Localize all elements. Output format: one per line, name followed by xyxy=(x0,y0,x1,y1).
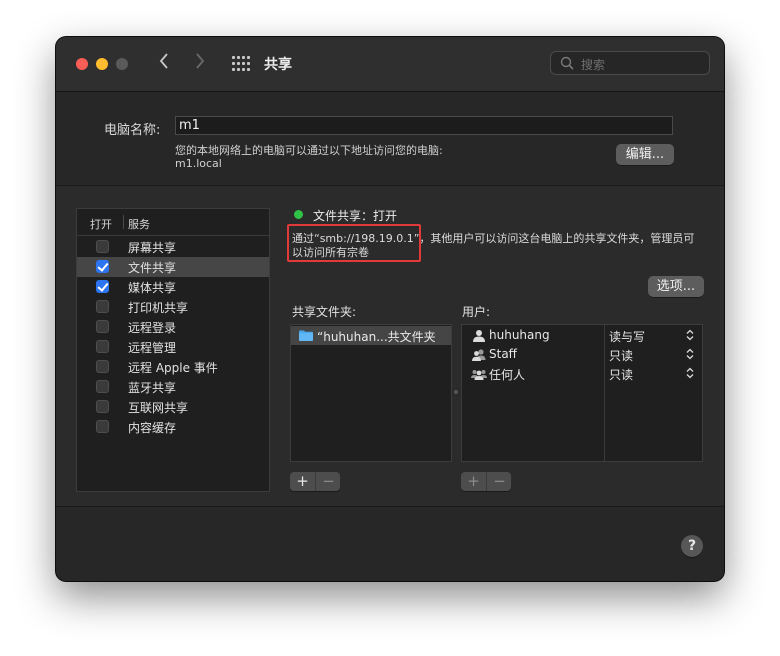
service-row[interactable]: 文件共享 xyxy=(77,257,269,277)
computer-address-hint: 您的本地网络上的电脑可以通过以下地址访问您的电脑: xyxy=(175,144,443,157)
shared-folder-name: “huhuhan...共文件夹 xyxy=(317,330,436,344)
service-checkbox[interactable] xyxy=(96,340,109,353)
sharing-panel: 打开 服务 屏幕共享文件共享媒体共享打印机共享远程登录远程管理远程 Apple … xyxy=(56,185,724,507)
service-row[interactable]: 远程管理 xyxy=(77,337,269,357)
column-header-service[interactable]: 服务 xyxy=(128,216,150,232)
help-button[interactable]: ? xyxy=(681,535,703,557)
remove-shared-folder-button[interactable]: − xyxy=(315,472,341,491)
folder-icon xyxy=(299,330,313,341)
user-name: 任何人 xyxy=(489,368,526,382)
updown-chevron-icon[interactable] xyxy=(686,348,694,360)
column-header-on[interactable]: 打开 xyxy=(90,216,112,232)
service-checkbox[interactable] xyxy=(96,300,109,313)
file-sharing-status: 文件共享：打开 xyxy=(313,209,398,223)
computer-local-address: m1.local xyxy=(175,157,222,170)
minimize-window-button[interactable] xyxy=(96,58,108,70)
service-row[interactable]: 内容缓存 xyxy=(77,417,269,437)
chevron-right-icon xyxy=(196,53,205,69)
computer-name-label: 电脑名称: xyxy=(104,123,161,138)
service-label: 远程登录 xyxy=(128,321,177,335)
chevron-left-icon xyxy=(159,53,168,69)
service-row[interactable]: 媒体共享 xyxy=(77,277,269,297)
service-checkbox[interactable] xyxy=(96,360,109,373)
service-checkbox[interactable] xyxy=(96,240,109,253)
close-window-button[interactable] xyxy=(76,58,88,70)
show-all-grid-icon[interactable] xyxy=(232,56,250,72)
service-checkbox[interactable] xyxy=(96,280,109,293)
shared-folders-add-remove: + − xyxy=(290,472,340,491)
user-row[interactable]: 任何人 只读 xyxy=(462,364,702,383)
status-indicator-dot xyxy=(294,210,303,219)
search-input[interactable] xyxy=(550,51,710,75)
permission-popup[interactable]: 只读 xyxy=(609,366,633,383)
add-user-button[interactable]: + xyxy=(461,472,486,491)
service-label: 内容缓存 xyxy=(128,421,177,435)
shared-folders-list: “huhuhan...共文件夹 xyxy=(290,324,452,462)
service-label: 蓝牙共享 xyxy=(128,381,177,395)
zoom-window-button[interactable] xyxy=(116,58,128,70)
everyone-icon xyxy=(471,370,487,380)
service-label: 媒体共享 xyxy=(128,281,177,295)
services-list-header: 打开 服务 xyxy=(77,209,269,236)
shared-folder-row[interactable]: “huhuhan...共文件夹 xyxy=(291,326,451,345)
service-checkbox[interactable] xyxy=(96,420,109,433)
updown-chevron-icon[interactable] xyxy=(686,367,694,379)
service-label: 文件共享 xyxy=(128,261,177,275)
service-checkbox[interactable] xyxy=(96,320,109,333)
service-checkbox[interactable] xyxy=(96,260,109,273)
service-row[interactable]: 远程登录 xyxy=(77,317,269,337)
service-label: 互联网共享 xyxy=(128,401,189,415)
shared-folders-label: 共享文件夹: xyxy=(292,305,357,319)
services-list: 打开 服务 屏幕共享文件共享媒体共享打印机共享远程登录远程管理远程 Apple … xyxy=(76,208,270,492)
user-name: huhuhang xyxy=(489,328,550,342)
service-row[interactable]: 蓝牙共享 xyxy=(77,377,269,397)
service-row[interactable]: 屏幕共享 xyxy=(77,237,269,257)
split-view-handle[interactable] xyxy=(454,390,458,394)
service-label: 屏幕共享 xyxy=(128,241,177,255)
remove-user-button[interactable]: − xyxy=(486,472,512,491)
options-button[interactable]: 选项... xyxy=(648,276,704,297)
updown-chevron-icon[interactable] xyxy=(686,329,694,341)
service-row[interactable]: 打印机共享 xyxy=(77,297,269,317)
computer-name-field[interactable]: m1 xyxy=(175,116,673,135)
service-row[interactable]: 互联网共享 xyxy=(77,397,269,417)
user-row[interactable]: huhuhang 读与写 xyxy=(462,326,702,345)
title-bar: 共享 xyxy=(56,37,724,92)
service-checkbox[interactable] xyxy=(96,380,109,393)
edit-button[interactable]: 编辑... xyxy=(616,144,674,165)
group-icon xyxy=(472,349,486,361)
service-row[interactable]: 远程 Apple 事件 xyxy=(77,357,269,377)
permission-popup[interactable]: 读与写 xyxy=(609,328,645,345)
column-divider xyxy=(123,215,124,229)
highlight-box xyxy=(287,224,421,262)
single-user-icon xyxy=(473,330,485,342)
permission-popup[interactable]: 只读 xyxy=(609,347,633,364)
forward-button[interactable] xyxy=(190,53,210,75)
back-button[interactable] xyxy=(154,53,174,75)
users-label: 用户: xyxy=(462,305,491,319)
search-placeholder xyxy=(581,56,605,73)
service-label: 远程 Apple 事件 xyxy=(128,361,218,375)
user-row[interactable]: Staff 只读 xyxy=(462,345,702,364)
add-shared-folder-button[interactable]: + xyxy=(290,472,315,491)
window-title: 共享 xyxy=(264,57,292,73)
service-label: 远程管理 xyxy=(128,341,177,355)
service-checkbox[interactable] xyxy=(96,400,109,413)
users-add-remove: + − xyxy=(461,472,511,491)
sharing-window: 共享 电脑名称: m1 您的本地网络上的电脑可以通过以下地址访问您的电脑: m1… xyxy=(56,37,724,581)
users-list: huhuhang 读与写 Staff 只读 任何人 只读 xyxy=(461,324,703,462)
service-label: 打印机共享 xyxy=(128,301,189,315)
user-name: Staff xyxy=(489,347,517,361)
search-icon xyxy=(560,56,574,70)
